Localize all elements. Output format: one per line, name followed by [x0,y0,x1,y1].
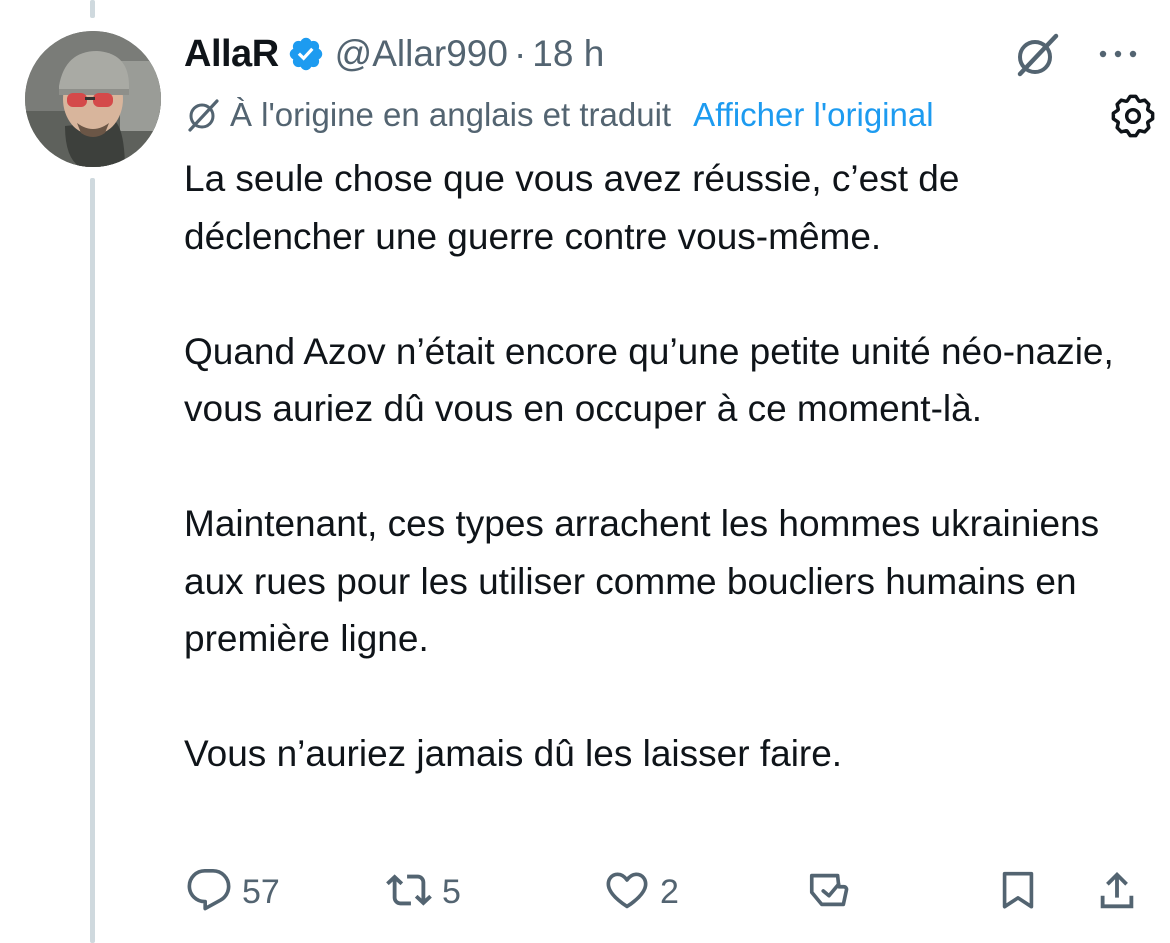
thread-line [90,178,95,943]
avatar[interactable] [25,31,161,167]
retweet-icon [386,867,432,918]
translation-label: À l'origine en anglais et traduit [230,96,672,133]
grok-explain-button[interactable] [806,862,852,922]
reply-icon [186,867,232,918]
show-original-link[interactable]: Afficher l'original [693,96,933,134]
tweet-paragraph-4: Vous n’auriez jamais dû les laisser fair… [184,733,843,774]
timestamp[interactable]: 18 h [532,33,604,75]
more-options-icon[interactable] [1094,34,1142,74]
tweet-header: AllaR @Allar990 · 18 h [184,26,604,82]
separator-dot: · [513,33,527,74]
like-button[interactable]: 2 [604,862,679,922]
verified-badge-icon[interactable] [287,35,325,73]
reply-count: 57 [242,872,280,911]
grok-explain-icon [806,867,852,918]
bookmark-button[interactable] [995,862,1041,922]
tweet-paragraph-1: La seule chose que vous avez réussie, c’… [184,158,960,257]
heart-icon [604,867,650,918]
bookmark-icon [995,867,1041,918]
tweet-text: La seule chose que vous avez réussie, c’… [184,150,1144,783]
like-count: 2 [660,872,679,911]
share-button[interactable] [1094,862,1140,922]
share-icon [1094,867,1140,918]
author-name[interactable]: AllaR [184,33,279,76]
tweet-paragraph-3: Maintenant, ces types arrachent les homm… [184,503,1100,659]
action-bar: 57 5 2 [0,862,1170,922]
reply-button[interactable]: 57 [186,862,280,922]
retweet-button[interactable]: 5 [386,862,461,922]
tweet-paragraph-2: Quand Azov n’était encore qu’une petite … [184,330,1114,430]
grok-icon[interactable] [1012,30,1062,80]
retweet-count: 5 [442,872,461,911]
settings-gear-icon[interactable] [1110,93,1156,139]
thread-line-top [90,0,95,18]
translated-icon [184,96,222,134]
translation-notice: À l'origine en anglais et traduit Affich… [184,90,934,140]
author-handle[interactable]: @Allar990 [335,33,508,75]
